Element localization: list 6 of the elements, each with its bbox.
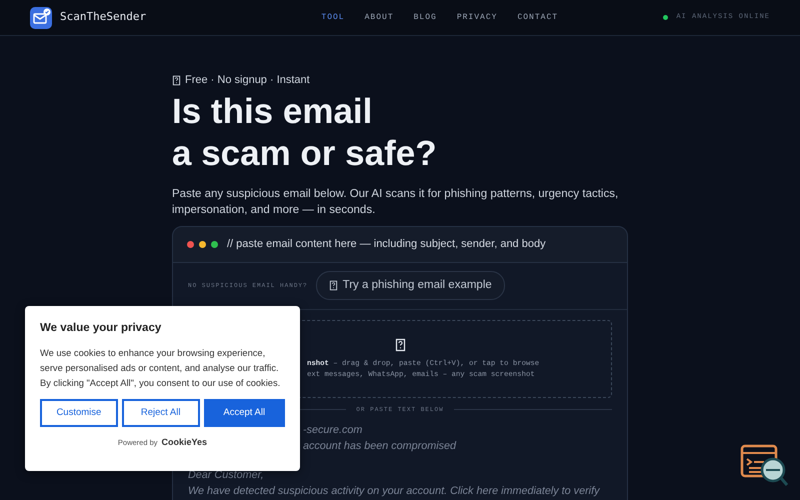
headline: a scam or safe? (172, 134, 438, 172)
headline: Is this email (172, 92, 374, 130)
card-header-text: // paste email content here — including subject, sender, and body (227, 236, 546, 252)
tagline: Free · No signup · Instant (185, 73, 310, 88)
cookie-title: We value your privacy (40, 321, 162, 336)
subtitle: Paste any suspicious email below. Our AI scans it for phishing patterns, urgency tactics, impersonation, and more — in seconds. (172, 186, 620, 218)
